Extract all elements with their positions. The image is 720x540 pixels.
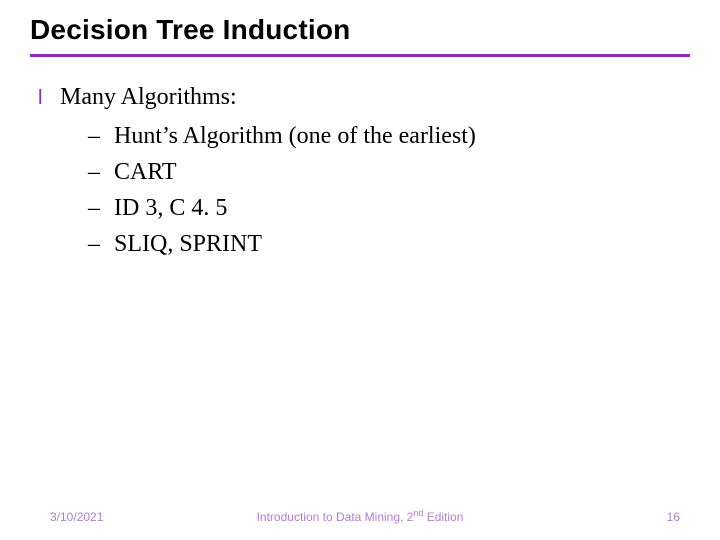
lead-row: l Many Algorithms: xyxy=(32,79,690,116)
list-item-text: CART xyxy=(114,154,177,190)
list-item: – ID 3, C 4. 5 xyxy=(88,190,690,226)
sublist: – Hunt’s Algorithm (one of the earliest)… xyxy=(88,118,690,262)
page-title: Decision Tree Induction xyxy=(30,14,690,46)
list-item: – SLIQ, SPRINT xyxy=(88,226,690,262)
lead-text: Many Algorithms: xyxy=(60,79,237,116)
bullet-icon: l xyxy=(38,81,46,115)
content: l Many Algorithms: – Hunt’s Algorithm (o… xyxy=(30,79,690,262)
footer-center: Introduction to Data Mining, 2nd Edition xyxy=(0,508,720,524)
list-item: – CART xyxy=(88,154,690,190)
footer-date: 3/10/2021 xyxy=(50,510,103,524)
dash-icon: – xyxy=(88,190,102,226)
list-item: – Hunt’s Algorithm (one of the earliest) xyxy=(88,118,690,154)
footer-center-sup: nd xyxy=(413,508,423,518)
list-item-text: Hunt’s Algorithm (one of the earliest) xyxy=(114,118,476,154)
dash-icon: – xyxy=(88,226,102,262)
dash-icon: – xyxy=(88,154,102,190)
footer-center-suffix: Edition xyxy=(423,510,463,524)
slide: Decision Tree Induction l Many Algorithm… xyxy=(0,0,720,540)
footer-center-prefix: Introduction to Data Mining, 2 xyxy=(257,510,414,524)
dash-icon: – xyxy=(88,118,102,154)
footer-page: 16 xyxy=(667,510,680,524)
list-item-text: SLIQ, SPRINT xyxy=(114,226,262,262)
list-item-text: ID 3, C 4. 5 xyxy=(114,190,227,226)
title-divider xyxy=(30,54,690,57)
footer: 3/10/2021 Introduction to Data Mining, 2… xyxy=(0,510,720,524)
